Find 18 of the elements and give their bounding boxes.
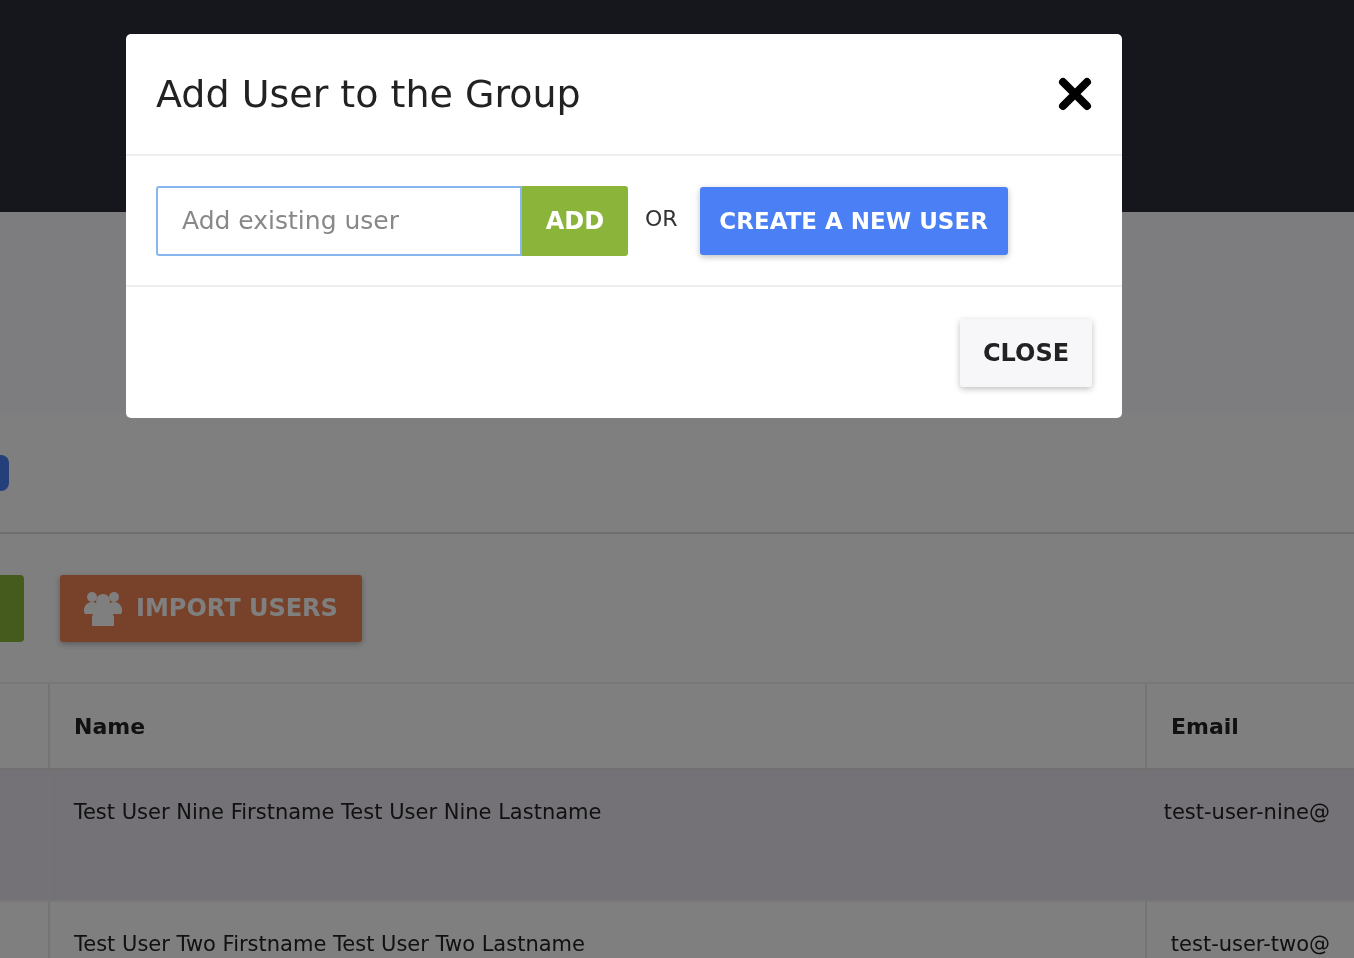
close-icon <box>1058 77 1092 111</box>
create-user-button[interactable]: CREATE A NEW USER <box>699 186 1008 255</box>
dialog-title: Add User to the Group <box>156 72 581 116</box>
button[interactable] <box>0 454 9 491</box>
import-users-button[interactable]: IMPORT USERS <box>60 574 362 642</box>
column-header: Name <box>74 713 146 739</box>
table-cell-text: test-user-nine@ <box>1163 800 1330 826</box>
table-row[interactable]: Test User Nine Firstname Test User Nine Lastname test-user-nine@ <box>0 770 1354 902</box>
table-cell-text: Test User Nine Firstname Test User Nine Lastname <box>73 800 602 826</box>
user-field[interactable]: Add existing user <box>156 185 522 256</box>
table-cell: test-user-two@ <box>1170 932 1330 958</box>
add-button[interactable]: ADD <box>522 185 628 256</box>
column-header: Email <box>1171 713 1239 739</box>
table-cell: Test User Two Firstname Test User Two Lastname <box>74 932 585 958</box>
users-icon <box>84 590 122 626</box>
close-button[interactable]: CLOSE <box>960 318 1092 387</box>
separator-text: OR <box>645 206 678 233</box>
close-button[interactable] <box>1058 77 1092 111</box>
